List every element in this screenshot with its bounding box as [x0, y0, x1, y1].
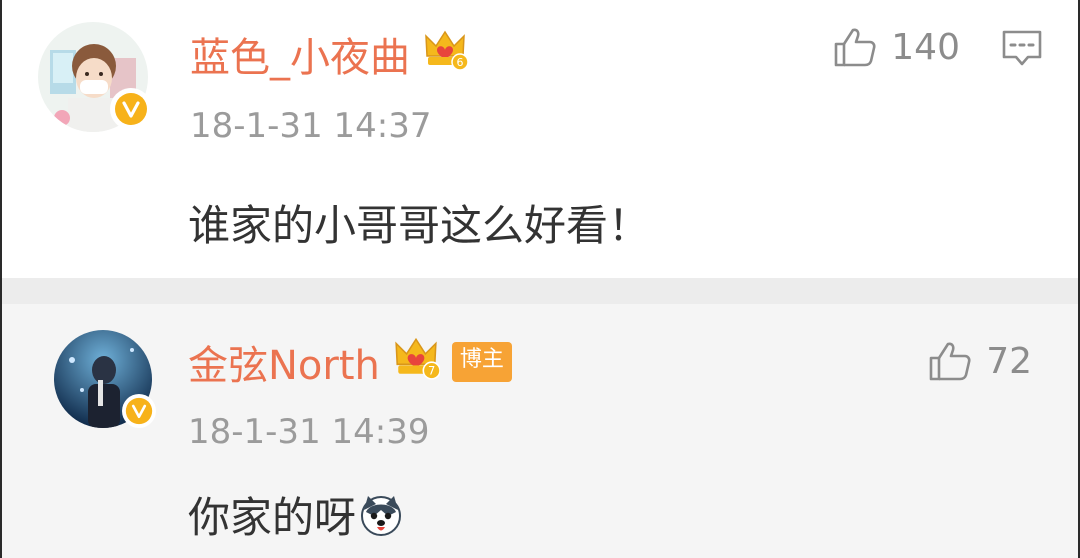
avatar[interactable]	[54, 330, 156, 428]
crown-icon: 7	[392, 333, 441, 391]
username[interactable]: 金弦North 7 博主	[188, 333, 512, 391]
comment-item: 金弦North 7 博主 18-1-31 14:39 你家的呀 72	[2, 304, 1078, 558]
comment-text: 谁家的小哥哥这么好看！	[188, 201, 651, 250]
like-button[interactable]: 140	[833, 26, 960, 68]
verified-v-icon	[122, 394, 156, 428]
like-thumb-icon	[929, 342, 971, 381]
like-count: 140	[891, 26, 960, 68]
reply-comment-icon[interactable]	[1000, 28, 1044, 74]
comment-item: 蓝色_小夜曲 6 18-1-31 14:37 谁家的小哥哥这么好看！ 140	[2, 0, 1078, 278]
crown-level: 6	[457, 56, 464, 69]
timestamp: 18-1-31 14:39	[188, 412, 430, 452]
comment-text: 你家的呀	[188, 484, 404, 545]
comment-text-content: 你家的呀	[188, 493, 357, 542]
like-button[interactable]: 72	[928, 340, 1032, 382]
husky-emoji-icon	[361, 495, 402, 536]
crown-icon: 6	[422, 26, 469, 82]
comment-separator	[2, 278, 1078, 304]
avatar[interactable]	[38, 22, 152, 132]
username-text[interactable]: 金弦North	[188, 333, 380, 391]
username-text[interactable]: 蓝色_小夜曲	[190, 25, 410, 83]
blogger-badge: 博主	[451, 342, 512, 382]
username[interactable]: 蓝色_小夜曲 6	[190, 25, 469, 83]
timestamp: 18-1-31 14:37	[190, 106, 432, 146]
like-count: 72	[986, 340, 1032, 382]
verified-v-icon	[110, 88, 152, 130]
like-thumb-icon	[834, 28, 876, 67]
crown-level: 7	[428, 364, 435, 378]
